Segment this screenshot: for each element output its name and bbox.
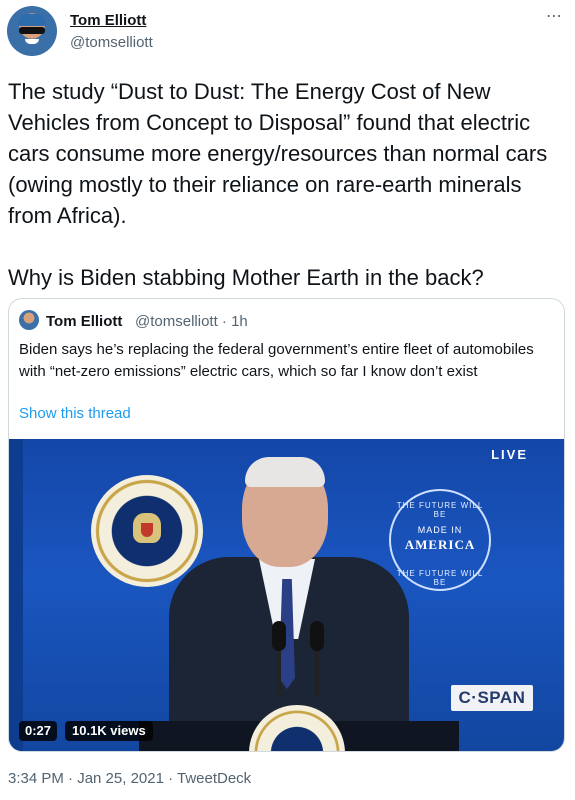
author-handle[interactable]: @tomselliott — [70, 34, 153, 51]
tweet-paragraph: Why is Biden stabbing Mother Earth in th… — [8, 265, 484, 290]
tweet-paragraph: The study “Dust to Dust: The Energy Cost… — [8, 79, 548, 228]
video-player[interactable]: LIVE THE FUTURE WILL BE MADE IN AMERICA … — [9, 439, 564, 751]
live-label: LIVE — [491, 447, 528, 462]
quoted-author-avatar — [19, 310, 39, 330]
microphone — [310, 621, 324, 651]
presidential-seal-image — [91, 475, 203, 587]
show-thread-link[interactable]: Show this thread — [19, 405, 131, 422]
author-avatar[interactable] — [7, 6, 57, 56]
made-in-america-badge: THE FUTURE WILL BE MADE IN AMERICA THE F… — [389, 489, 491, 591]
quoted-author-name: Tom Elliott — [46, 313, 123, 330]
more-options-icon[interactable]: ⋯ — [546, 6, 563, 26]
quoted-author-handle-time: @tomselliott · 1h — [135, 313, 248, 330]
badge-made-in: MADE IN — [417, 525, 463, 535]
quoted-tweet-card[interactable]: Tom Elliott @tomselliott · 1h Biden says… — [8, 298, 565, 752]
quoted-tweet-text: Biden says he’s replacing the federal go… — [19, 341, 534, 380]
tweet-text: The study “Dust to Dust: The Energy Cost… — [8, 76, 568, 324]
speaker-hair — [245, 457, 325, 487]
microphone-stem — [315, 647, 319, 697]
badge-ring-top: THE FUTURE WILL BE — [396, 501, 484, 519]
microphone — [272, 621, 286, 651]
badge-america: AMERICA — [404, 537, 476, 552]
backdrop-stripe — [9, 439, 23, 751]
badge-ring-bottom: THE FUTURE WILL BE — [396, 569, 484, 587]
video-views: 10.1K views — [65, 721, 153, 741]
author-name[interactable]: Tom Elliott — [70, 12, 146, 29]
avatar-smile — [25, 39, 39, 44]
avatar-glasses — [19, 27, 45, 34]
cspan-logo: C·SPAN — [451, 685, 533, 711]
avatar-hat — [18, 14, 46, 26]
tweet-timestamp[interactable]: 3:34 PM · Jan 25, 2021 · TweetDeck — [8, 770, 251, 787]
microphone-stem — [277, 647, 281, 697]
video-duration: 0:27 — [19, 721, 58, 741]
seal-shield — [141, 523, 153, 537]
